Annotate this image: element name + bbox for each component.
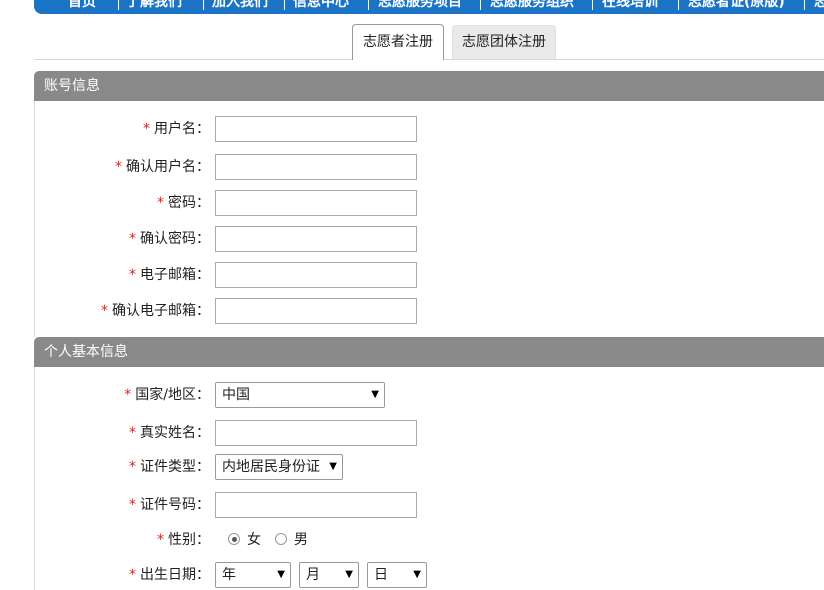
field-label: * 证件类型： (129, 459, 210, 475)
confirm-username-input[interactable] (215, 154, 417, 180)
nav-item-certificate[interactable]: 志愿者证(原版) (688, 0, 785, 12)
field-label: * 证件号码： (129, 497, 210, 513)
birth-month-select[interactable]: 月 ▼ (299, 562, 359, 588)
field-label: * 确认密码： (129, 231, 210, 247)
confirm-email-input[interactable] (215, 298, 417, 324)
id-number-input[interactable] (215, 492, 417, 518)
form-row-password: * 密码： (34, 189, 824, 217)
form-row-id-type: * 证件类型： 内地居民身份证 ▼ (34, 453, 824, 481)
form-row-country: * 国家/地区： 中国 ▼ (34, 381, 824, 409)
field-label: * 确认电子邮箱： (101, 303, 210, 319)
id-type-select-value: 内地居民身份证 (222, 459, 320, 475)
field-label: * 真实姓名： (129, 425, 210, 441)
id-type-select[interactable]: 内地居民身份证 ▼ (215, 454, 343, 480)
dropdown-arrow-icon: ▼ (277, 569, 285, 580)
nav-separator (480, 0, 481, 10)
field-label: * 电子邮箱： (129, 267, 210, 283)
nav-item-training[interactable]: 在线培训 (602, 0, 658, 12)
country-select-value: 中国 (222, 387, 250, 403)
nav-item-join[interactable]: 加入我们 (212, 0, 268, 12)
nav-separator (118, 0, 119, 10)
real-name-input[interactable] (215, 420, 417, 446)
password-input[interactable] (215, 190, 417, 216)
tab-group-register[interactable]: 志愿团体注册 (452, 25, 556, 59)
username-input[interactable] (215, 116, 417, 142)
field-label: * 密码： (157, 195, 210, 211)
form-row-email: * 电子邮箱： (34, 261, 824, 289)
birth-month-value: 月 (306, 567, 320, 583)
country-select[interactable]: 中国 ▼ (215, 382, 385, 408)
field-label: * 性别： (157, 532, 210, 548)
form-row-id-number: * 证件号码： (34, 491, 824, 519)
nav-separator (678, 0, 679, 10)
birth-year-value: 年 (222, 567, 236, 583)
nav-item-news[interactable]: 信息中心 (293, 0, 349, 12)
nav-separator (804, 0, 805, 10)
email-input[interactable] (215, 262, 417, 288)
nav-separator (284, 0, 285, 10)
field-label: * 国家/地区： (124, 387, 210, 403)
nav-separator (203, 0, 204, 10)
nav-item-organizations[interactable]: 志愿服务组织 (490, 0, 574, 12)
section-header-personal: 个人基本信息 (34, 337, 824, 367)
nav-item-about[interactable]: 了解我们 (126, 0, 182, 12)
gender-female-radio[interactable] (228, 533, 240, 545)
form-row-confirm-username: * 确认用户名： (34, 153, 824, 181)
nav-item-more[interactable]: 志 (814, 0, 824, 12)
confirm-password-input[interactable] (215, 226, 417, 252)
dropdown-arrow-icon: ▼ (371, 389, 379, 400)
nav-separator (592, 0, 593, 10)
birth-day-select[interactable]: 日 ▼ (367, 562, 427, 588)
gender-female-label[interactable]: 女 (247, 526, 261, 554)
birth-day-value: 日 (374, 567, 388, 583)
form-row-username: * 用户名： (34, 115, 824, 143)
field-label: * 出生日期： (129, 567, 210, 583)
dropdown-arrow-icon: ▼ (345, 569, 353, 580)
top-nav-bar: 首页 了解我们 加入我们 信息中心 志愿服务项目 志愿服务组织 在线培训 志愿者… (34, 0, 824, 14)
section-header-account: 账号信息 (34, 71, 824, 101)
nav-item-home[interactable]: 首页 (68, 0, 96, 12)
gender-male-label[interactable]: 男 (294, 526, 308, 554)
gender-male-radio[interactable] (275, 533, 287, 545)
form-row-birth-date: * 出生日期： 年 ▼ 月 ▼ 日 ▼ (34, 561, 824, 589)
nav-separator (368, 0, 369, 10)
form-row-confirm-password: * 确认密码： (34, 225, 824, 253)
form-row-real-name: * 真实姓名： (34, 419, 824, 447)
tab-volunteer-register[interactable]: 志愿者注册 (352, 24, 444, 60)
form-row-confirm-email: * 确认电子邮箱： (34, 297, 824, 325)
dropdown-arrow-icon: ▼ (413, 569, 421, 580)
birth-year-select[interactable]: 年 ▼ (215, 562, 291, 588)
dropdown-arrow-icon: ▼ (329, 461, 337, 472)
field-label: * 用户名： (143, 121, 210, 137)
nav-item-projects[interactable]: 志愿服务项目 (378, 0, 462, 12)
field-label: * 确认用户名： (115, 159, 210, 175)
form-row-gender: * 性别： 女 男 (34, 526, 824, 554)
